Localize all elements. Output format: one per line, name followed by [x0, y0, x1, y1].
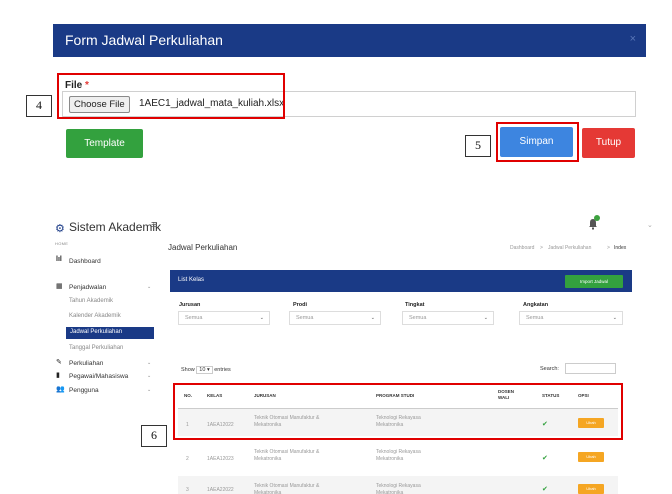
breadcrumb-separator: > [540, 245, 543, 251]
entries-select[interactable]: 10 ▾ [196, 366, 213, 374]
filter-value: Semua [185, 315, 203, 321]
dashboard-icon: lıl [56, 256, 62, 263]
menu-toggle-icon[interactable]: ≡ [151, 219, 157, 231]
sidebar-item-dashboard[interactable]: Dashboard [69, 258, 101, 265]
show-entries: Show 10 ▾ entries [181, 366, 231, 374]
show-label: Show [181, 367, 195, 373]
chevron-down-icon: ⌄ [147, 284, 152, 290]
filter-label-tingkat: Tingkat [405, 302, 425, 308]
breadcrumb-jadwal-perkuliahan[interactable]: Jadwal Perkuliahan [548, 245, 591, 251]
sidebar-sub-tahun-akademik[interactable]: Tahun Akademik [69, 298, 113, 304]
highlight-simpan-button [496, 122, 579, 162]
cell-jurusan: Teknik Otomasi Manufaktur & Mekatronika [254, 449, 320, 462]
breadcrumb-index: Index [614, 245, 627, 251]
step-number-6: 6 [141, 425, 167, 447]
cell-no: 3 [186, 487, 189, 493]
filter-value: Semua [526, 315, 544, 321]
chevron-down-icon: ⌄ [147, 360, 152, 366]
calendar-icon: ▦ [56, 283, 63, 290]
modal-title: Form Jadwal Perkuliahan [65, 32, 223, 48]
page-title: Jadwal Perkuliahan [168, 243, 238, 252]
search-input[interactable] [565, 363, 616, 374]
template-button[interactable]: Template [66, 129, 143, 158]
chevron-down-icon: ⌄ [147, 373, 152, 379]
filter-select-jurusan[interactable]: Semua ⌄ [178, 311, 270, 325]
status-check-icon: ✔ [542, 455, 548, 462]
entries-value: 10 [199, 367, 206, 373]
breadcrumb-dashboard[interactable]: Dashboard [510, 245, 534, 251]
user-menu-chevron-icon[interactable]: ⌄ [647, 221, 653, 229]
chevron-down-icon: ⌄ [147, 387, 152, 393]
search-label: Search: [540, 366, 559, 372]
cell-jurusan: Teknik Otomasi Manufaktur & Mekatronika [254, 483, 320, 494]
step-number-4: 4 [26, 95, 52, 117]
cell-kelas: 1AEA22022 [207, 487, 234, 493]
id-card-icon: ▮ [56, 372, 60, 379]
cell-prodi: Teknologi Rekayasa Mekatronika [376, 449, 421, 462]
pencil-icon: ✎ [56, 359, 62, 366]
cell-prodi: Teknologi Rekayasa Mekatronika [376, 483, 421, 494]
ubah-button[interactable]: Ubah [578, 452, 604, 462]
chevron-down-icon: ⌄ [612, 315, 617, 321]
cell-kelas: 1AEA12023 [207, 456, 234, 462]
breadcrumb-separator: > [607, 245, 610, 251]
filter-select-angkatan[interactable]: Semua ⌄ [519, 311, 623, 325]
filter-label-jurusan: Jurusan [179, 302, 201, 308]
import-jadwal-button[interactable]: Import Jadwal [565, 275, 623, 288]
sidebar-item-perkuliahan[interactable]: Perkuliahan [69, 360, 103, 367]
users-icon: 👥 [56, 386, 65, 393]
filter-select-tingkat[interactable]: Semua ⌄ [402, 311, 494, 325]
highlight-file-field [57, 73, 285, 119]
app-title: Sistem Akademik [69, 220, 162, 234]
chevron-down-icon: ⌄ [259, 315, 264, 321]
sidebar-item-pengguna[interactable]: Pengguna [69, 387, 99, 394]
tutup-button[interactable]: Tutup [582, 128, 635, 158]
sidebar-sub-jadwal-perkuliahan[interactable]: Jadwal Perkuliahan [70, 329, 122, 335]
close-icon[interactable]: × [630, 33, 636, 45]
highlight-table-header-row [173, 383, 623, 440]
sidebar-item-penjadwalan[interactable]: Penjadwalan [69, 284, 106, 291]
cell-no: 2 [186, 456, 189, 462]
status-check-icon: ✔ [542, 486, 548, 493]
sidebar-sub-tanggal-perkuliahan[interactable]: Tanggal Perkuliahan [69, 345, 123, 351]
card-header [170, 270, 632, 292]
filter-select-prodi[interactable]: Semua ⌄ [289, 311, 381, 325]
filter-value: Semua [409, 315, 427, 321]
sidebar-item-pegawai-mahasiswa[interactable]: Pegawai/Mahasiswa [69, 373, 128, 380]
app-logo-icon: ⚙ [55, 223, 65, 235]
entries-label: entries [214, 367, 231, 373]
sidebar-sub-kalender-akademik[interactable]: Kalender Akademik [69, 313, 121, 319]
chevron-down-icon: ⌄ [483, 315, 488, 321]
sidebar-section-home: HOME [55, 241, 69, 246]
notification-badge [594, 215, 600, 221]
step-number-5: 5 [465, 135, 491, 157]
filter-label-angkatan: Angkatan [523, 302, 549, 308]
ubah-button[interactable]: Ubah [578, 484, 604, 494]
modal-header: Form Jadwal Perkuliahan × [53, 24, 646, 57]
card-title: List Kelas [178, 277, 205, 283]
filter-value: Semua [296, 315, 314, 321]
filter-label-prodi: Prodi [293, 302, 308, 308]
chevron-down-icon: ⌄ [370, 315, 375, 321]
